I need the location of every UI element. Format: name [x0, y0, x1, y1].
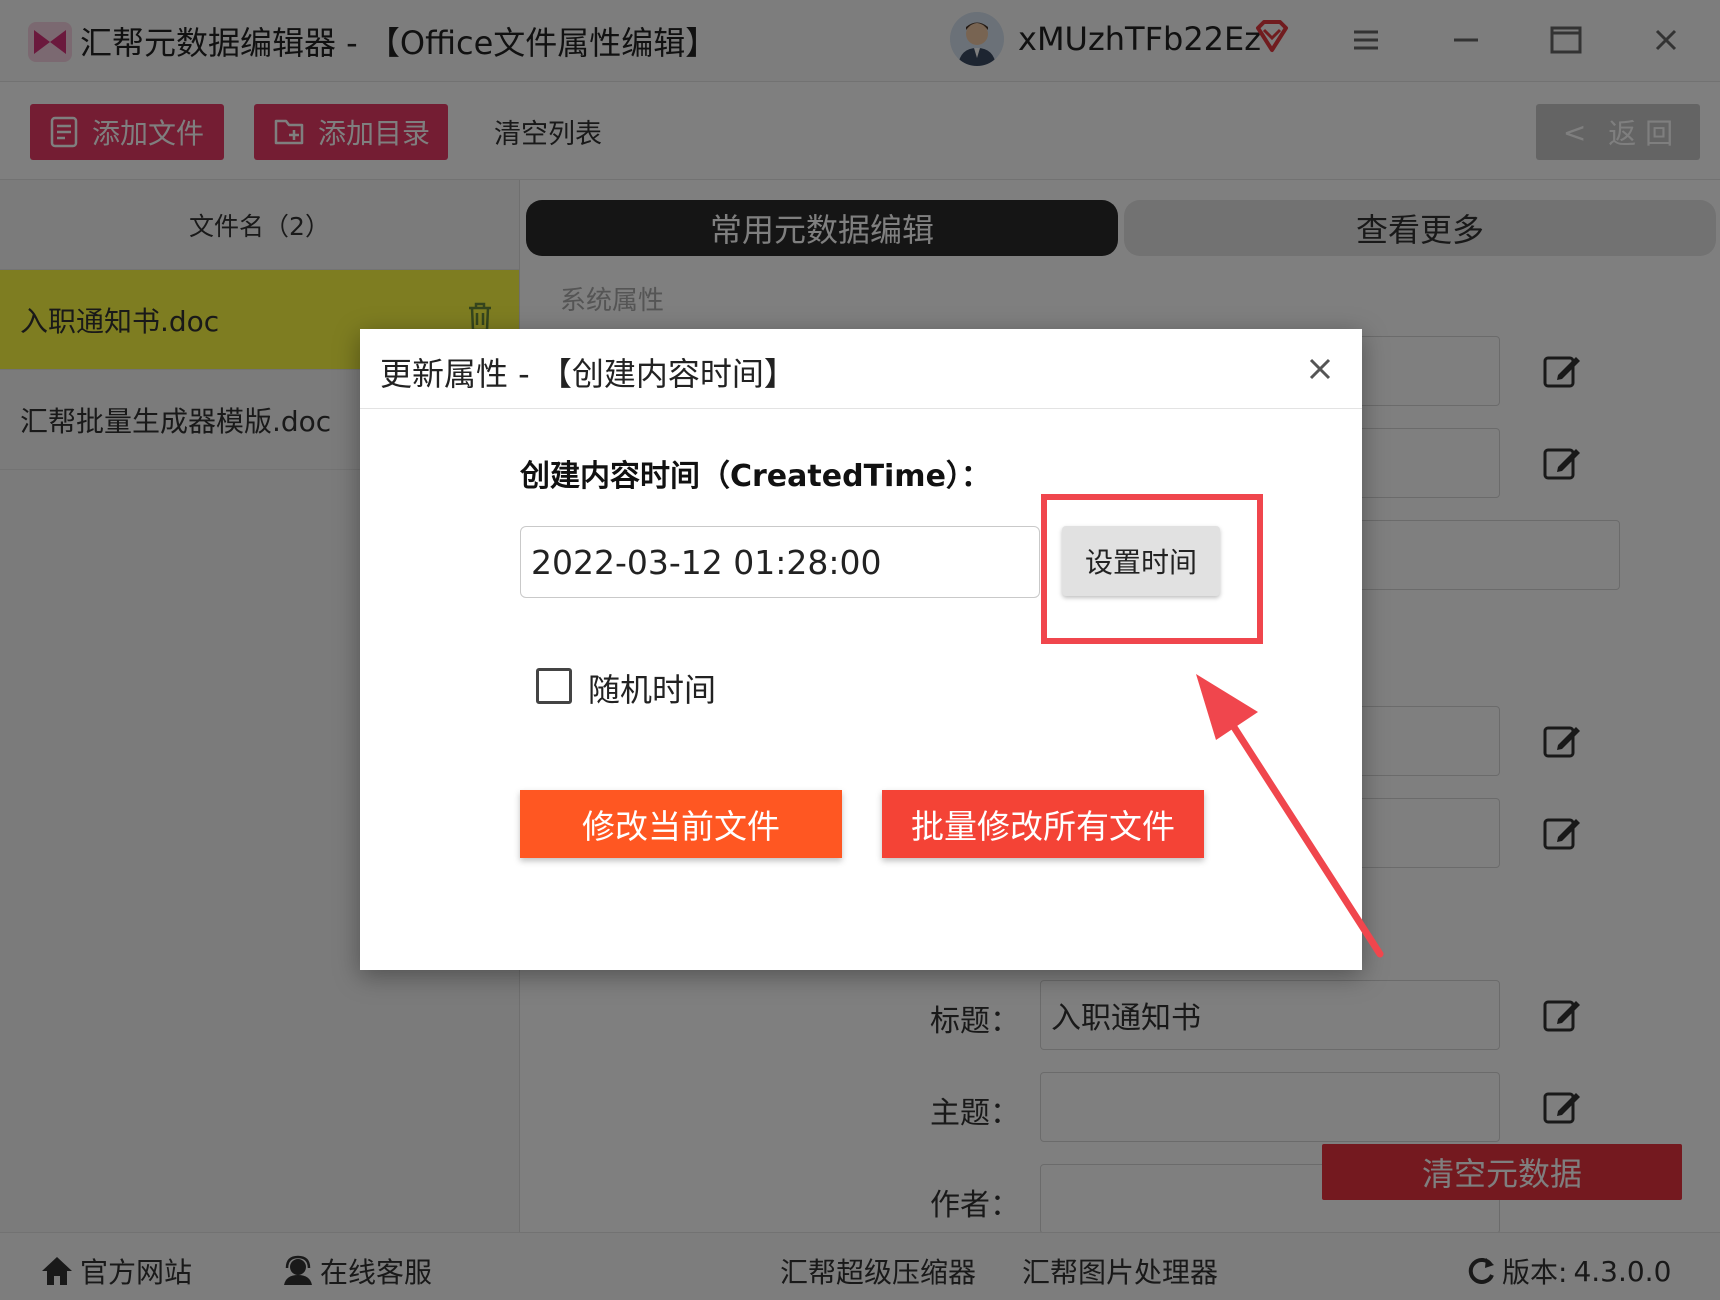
modify-current-file-button[interactable]: 修改当前文件: [520, 790, 842, 858]
random-time-label: 随机时间: [588, 671, 717, 709]
dialog-title: 更新属性 - 【创建内容时间】: [380, 355, 796, 393]
annotation-highlight-box: [1041, 494, 1263, 644]
batch-modify-all-button[interactable]: 批量修改所有文件: [882, 790, 1204, 858]
created-time-label: 创建内容时间（CreatedTime）：: [520, 459, 991, 494]
created-time-input[interactable]: 2022-03-12 01:28:00: [520, 526, 1040, 598]
dialog-header: 更新属性 - 【创建内容时间】: [360, 329, 1362, 409]
random-time-checkbox[interactable]: [536, 668, 572, 704]
annotation-arrow-icon: [1196, 674, 1384, 958]
dialog-close-icon[interactable]: [1302, 351, 1338, 387]
